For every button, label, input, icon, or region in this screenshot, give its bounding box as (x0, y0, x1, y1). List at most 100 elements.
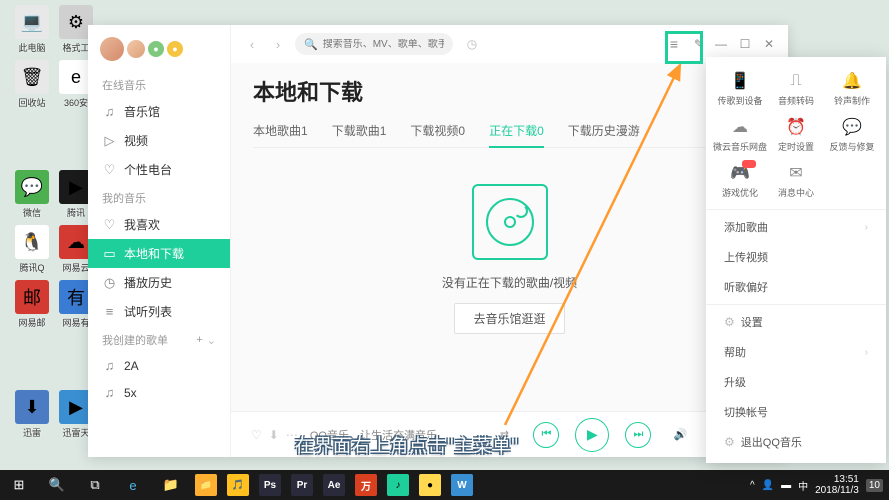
skin-button[interactable]: ✎ (692, 37, 706, 51)
search-box[interactable]: 🔍 (295, 33, 453, 55)
desktop-icon[interactable]: 🐧腾讯Q (10, 225, 54, 274)
minimize-button[interactable]: — (714, 37, 728, 51)
menu-grid-item[interactable]: ☁微云音乐网盘 (712, 113, 768, 157)
menu-list-item[interactable]: 切换帐号 (706, 397, 886, 427)
download-button[interactable]: ⬇ (269, 428, 279, 442)
menu-label: 消息中心 (778, 186, 814, 199)
taskbar-app[interactable]: 万 (350, 470, 382, 500)
monitor-icon: ▭ (102, 246, 117, 261)
menu-item-label: 添加歌曲 (724, 219, 768, 235)
taskbar-app[interactable]: ● (414, 470, 446, 500)
playlist-item[interactable]: ♫2A (88, 352, 230, 379)
taskbar: ⊞ 🔍 ⧉ e 📁 📁🎵PsPrAe万♪●W ^ 👤 ▬ 中 13:51 201… (0, 470, 889, 500)
menu-grid-item[interactable]: ⏰定时设置 (768, 113, 824, 157)
taskbar-app[interactable]: Ps (254, 470, 286, 500)
icon-label: 腾讯 (67, 206, 85, 219)
back-button[interactable]: ‹ (243, 35, 261, 53)
notifications-button[interactable]: 10 (866, 479, 883, 492)
desktop-icon[interactable]: ⬇迅雷 (10, 390, 54, 439)
user-avatar-2 (127, 40, 145, 58)
tray-ime[interactable]: 中 (798, 478, 808, 493)
nav-trial[interactable]: ≡试听列表 (88, 297, 230, 326)
tray-battery-icon[interactable]: ▬ (781, 480, 791, 491)
search-input[interactable] (323, 39, 444, 50)
menu-icon: 📱 (728, 71, 752, 91)
next-button[interactable]: ⏭ (625, 422, 651, 448)
goto-hall-button[interactable]: 去音乐馆逛逛 (454, 303, 564, 334)
taskbar-app[interactable]: 📁 (190, 470, 222, 500)
user-avatar[interactable] (100, 37, 124, 61)
section-online: 在线音乐 (88, 71, 230, 97)
menu-list-item[interactable]: 上传视频 (706, 242, 886, 272)
volume-button[interactable]: 🔊 (667, 422, 693, 448)
menu-grid-item[interactable]: ✉消息中心 (768, 159, 824, 203)
menu-list-item[interactable]: ⚙退出QQ音乐 (706, 427, 886, 457)
start-button[interactable]: ⊞ (0, 470, 38, 500)
taskbar-app[interactable]: ♪ (382, 470, 414, 500)
tab-local-songs[interactable]: 本地歌曲1 (253, 117, 308, 147)
add-playlist-icon[interactable]: + (196, 334, 202, 347)
menu-grid-item[interactable]: 📱传歌到设备 (712, 67, 768, 111)
desktop-icon[interactable]: 💬微信 (10, 170, 54, 219)
taskbar-app[interactable]: W (446, 470, 478, 500)
clock[interactable]: 13:51 2018/11/3 (815, 474, 859, 496)
search-button[interactable]: 🔍 (38, 470, 76, 500)
tray-people-icon[interactable]: 👤 (762, 480, 774, 491)
avatar-row[interactable]: ● ● (88, 33, 230, 71)
topbar: ‹ › 🔍 ◷ ≡ ✎ — ☐ ✕ (231, 25, 788, 63)
explorer-button[interactable]: 📁 (152, 470, 190, 500)
like-button[interactable]: ♡ (251, 428, 262, 442)
forward-button[interactable]: › (269, 35, 287, 53)
icon-label: 迅雷 (23, 426, 41, 439)
app-icon: Ae (323, 474, 345, 496)
play-button[interactable]: ▶ (575, 418, 609, 452)
nav-history[interactable]: ◷播放历史 (88, 268, 230, 297)
menu-grid-item[interactable]: ⎍ 音频转码 (768, 67, 824, 111)
taskbar-app[interactable]: Ae (318, 470, 350, 500)
tab-download-video[interactable]: 下载视频0 (410, 117, 465, 147)
edge-button[interactable]: e (114, 470, 152, 500)
tray-up-icon[interactable]: ^ (750, 480, 755, 491)
menu-list-item[interactable]: 升级 (706, 367, 886, 397)
menu-grid-item[interactable]: 🎮游戏优化 (712, 159, 768, 203)
main-menu-button[interactable]: ≡ (664, 34, 684, 54)
nav-local-download[interactable]: ▭本地和下载 (88, 239, 230, 268)
menu-grid-item[interactable]: 💬反馈与修复 (824, 113, 880, 157)
tab-download-songs[interactable]: 下载歌曲1 (332, 117, 387, 147)
menu-list-item[interactable]: 听歌偏好 (706, 272, 886, 302)
taskbar-app[interactable]: Pr (286, 470, 318, 500)
disc-icon (472, 184, 548, 260)
nav-music-hall[interactable]: ♫音乐馆 (88, 97, 230, 126)
menu-label: 音频转码 (778, 94, 814, 107)
history-button[interactable]: ◷ (461, 33, 483, 55)
app-icon: Pr (291, 474, 313, 496)
nav-label: 个性电台 (124, 161, 172, 178)
menu-grid-item[interactable]: 🔔铃声制作 (824, 67, 880, 111)
close-button[interactable]: ✕ (762, 37, 776, 51)
sidebar: ● ● 在线音乐 ♫音乐馆 ▷视频 ♡个性电台 我的音乐 ♡我喜欢 ▭本地和下载… (88, 25, 231, 457)
icon-label: 回收站 (18, 96, 45, 109)
app-icon: W (451, 474, 473, 496)
clock-icon: ◷ (102, 275, 117, 290)
playlist-item[interactable]: ♫5x (88, 379, 230, 406)
nav-like[interactable]: ♡我喜欢 (88, 210, 230, 239)
chevron-down-icon[interactable]: ⌄ (207, 334, 216, 347)
menu-list-item[interactable]: ⚙设置 (706, 307, 886, 337)
desktop-icon[interactable]: 💻此电脑 (10, 5, 54, 54)
chat-bubble-icon[interactable]: ● (148, 41, 164, 57)
desktop-icon[interactable]: 🗑回收站 (10, 60, 54, 109)
desktop-icon[interactable]: 邮网易邮 (10, 280, 54, 329)
menu-list-item[interactable]: 帮助› (706, 337, 886, 367)
maximize-button[interactable]: ☐ (738, 37, 752, 51)
icon-label: 此电脑 (18, 41, 45, 54)
tab-downloading[interactable]: 正在下载0 (489, 117, 544, 147)
taskbar-app[interactable]: 🎵 (222, 470, 254, 500)
page-title: 本地和下载 (253, 75, 766, 107)
nav-video[interactable]: ▷视频 (88, 126, 230, 155)
menu-icon: ⎍ (784, 71, 808, 91)
tab-download-history[interactable]: 下载历史漫游 (568, 117, 640, 147)
prev-button[interactable]: ⏮ (533, 422, 559, 448)
taskview-button[interactable]: ⧉ (76, 470, 114, 500)
nav-radio[interactable]: ♡个性电台 (88, 155, 230, 184)
menu-list-item[interactable]: 添加歌曲› (706, 212, 886, 242)
